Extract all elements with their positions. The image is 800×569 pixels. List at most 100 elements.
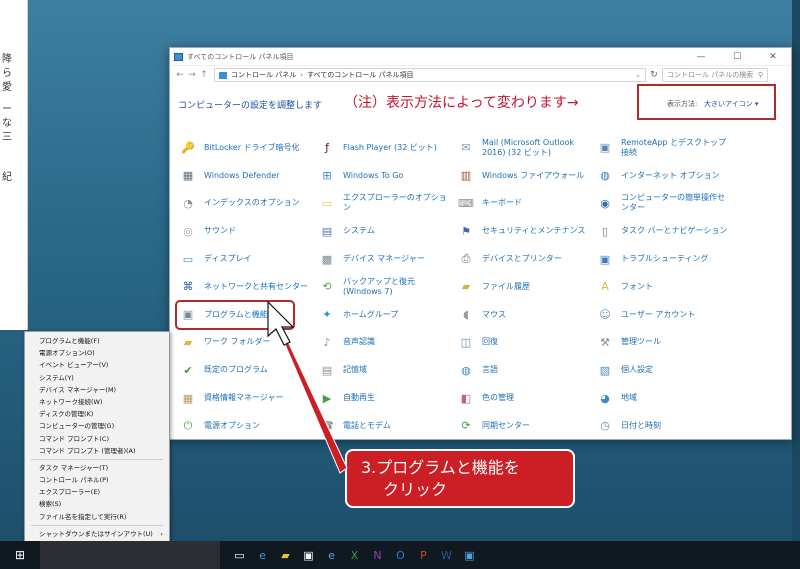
title-bar[interactable]: すべてのコントロール パネル項目 — ☐ ✕ xyxy=(170,48,791,66)
taskbar: ⊞ ▭ e ▰ ▣ e X N O P W ▣ xyxy=(0,541,800,569)
breadcrumb-current[interactable]: すべてのコントロール パネル項目 xyxy=(307,70,413,80)
control-panel-item[interactable]: ◖ マウス xyxy=(454,301,593,329)
control-panel-item[interactable]: ▰ ワーク フォルダー xyxy=(176,329,315,357)
control-panel-item[interactable]: ⊞ Windows To Go xyxy=(315,162,454,190)
control-panel-item[interactable]: ▦ 資格情報マネージャー xyxy=(176,384,315,412)
view-by-dropdown[interactable]: 大きいアイコン ▾ xyxy=(704,99,758,109)
control-panel-item[interactable]: ◕ 地域 xyxy=(593,384,732,412)
background-window-edge xyxy=(792,0,800,541)
control-panel-item[interactable]: ◷ 日付と時刻 xyxy=(593,412,732,440)
annotation-note: （注）表示方法によって変わります→ xyxy=(344,95,579,111)
store-icon[interactable]: ▣ xyxy=(297,541,320,569)
winx-menu-item[interactable]: イベント ビューアー(V) xyxy=(25,359,169,371)
control-panel-item[interactable]: ◍ インターネット オプション xyxy=(593,162,732,190)
control-panel-item[interactable]: ◫ 回復 xyxy=(454,329,593,357)
control-panel-item[interactable]: ⎙ デバイスとプリンター xyxy=(454,245,593,273)
control-panel-item[interactable]: ⏻ 電源オプション xyxy=(176,412,315,440)
winx-menu-item[interactable]: コマンド プロンプト(C) xyxy=(25,433,169,445)
control-panel-item[interactable]: ✉ Mail (Microsoft Outlook 2016) (32 ビット) xyxy=(454,134,593,162)
control-panel-item[interactable]: ✔ 既定のプログラム xyxy=(176,356,315,384)
search-input[interactable]: コントロール パネルの検索 ⚲ xyxy=(662,68,768,82)
defender-icon: ▦ xyxy=(182,169,194,183)
winx-menu-item[interactable]: ディスクの管理(K) xyxy=(25,408,169,420)
minimize-button[interactable]: — xyxy=(683,52,719,62)
control-panel-item[interactable]: ▣ プログラムと機能 xyxy=(175,299,295,330)
control-panel-item[interactable]: ⚑ セキュリティとメンテナンス xyxy=(454,217,593,245)
word-icon[interactable]: W xyxy=(435,541,458,569)
outlook-icon[interactable]: O xyxy=(389,541,412,569)
control-panel-item[interactable]: ▥ Windows ファイアウォール xyxy=(454,162,593,190)
winx-menu-item[interactable]: コントロール パネル(P) xyxy=(25,474,169,486)
control-panel-item[interactable]: ♪ 音声認識 xyxy=(315,329,454,357)
control-panel-item[interactable]: ⚒ 管理ツール xyxy=(593,329,732,357)
control-panel-item-label: トラブルシューティング xyxy=(621,254,709,264)
winx-menu-item[interactable]: ネットワーク接続(W) xyxy=(25,396,169,408)
control-panel-icon[interactable]: ▣ xyxy=(458,541,481,569)
up-arrow-icon[interactable]: ↑ xyxy=(198,70,210,80)
powerpoint-icon[interactable]: P xyxy=(412,541,435,569)
control-panel-item[interactable]: ▤ システム xyxy=(315,217,454,245)
control-panel-item[interactable]: ▣ トラブルシューティング xyxy=(593,245,732,273)
winx-menu-item[interactable]: 検索(S) xyxy=(25,498,169,510)
task-view-icon[interactable]: ▭ xyxy=(228,541,251,569)
control-panel-item[interactable]: ◍ 言語 xyxy=(454,356,593,384)
winx-menu-item[interactable]: ファイル名を指定して実行(R) xyxy=(25,511,169,523)
control-panel-item-label: プログラムと機能 xyxy=(204,309,268,319)
search-icon[interactable]: ⚲ xyxy=(758,71,763,79)
page-title: コンピューターの設定を調整します xyxy=(178,101,323,111)
control-panel-item[interactable]: ⟳ 同期センター xyxy=(454,412,593,440)
close-button[interactable]: ✕ xyxy=(755,52,791,62)
winx-menu-item[interactable]: コンピューターの管理(G) xyxy=(25,420,169,432)
forward-arrow-icon[interactable]: → xyxy=(186,70,198,80)
control-panel-item-label: マウス xyxy=(482,309,506,319)
excel-icon[interactable]: X xyxy=(343,541,366,569)
control-panel-item[interactable]: ✦ ホームグループ xyxy=(315,301,454,329)
recovery-icon: ◫ xyxy=(460,335,472,349)
control-panel-item[interactable]: ◉ コンピューターの簡単操作センター xyxy=(593,190,732,218)
windows-to-go-icon: ⊞ xyxy=(322,169,332,183)
breadcrumb-root[interactable]: コントロール パネル xyxy=(231,70,296,80)
network-icon: ⌘ xyxy=(182,280,194,294)
control-panel-item[interactable]: ▶ 自動再生 xyxy=(315,384,454,412)
control-panel-item[interactable]: ◔ インデックスのオプション xyxy=(176,190,315,218)
control-panel-item[interactable]: ☺ ユーザー アカウント xyxy=(593,301,732,329)
control-panel-item[interactable]: ▩ デバイス マネージャー xyxy=(315,245,454,273)
control-panel-item[interactable]: ⌘ ネットワークと共有センター xyxy=(176,273,315,301)
control-panel-item[interactable]: ▰ ファイル履歴 xyxy=(454,273,593,301)
winx-menu-item[interactable]: コマンド プロンプト (管理者)(A) xyxy=(25,445,169,457)
control-panel-item[interactable]: ⌨ キーボード xyxy=(454,190,593,218)
winx-menu-item[interactable]: タスク マネージャー(T) xyxy=(25,462,169,474)
winx-menu-item[interactable]: エクスプローラー(E) xyxy=(25,486,169,498)
ease-of-access-icon: ◉ xyxy=(600,196,610,210)
winx-menu-item[interactable]: 電源オプション(O) xyxy=(25,347,169,359)
control-panel-item[interactable]: ◧ 色の管理 xyxy=(454,384,593,412)
edge-icon[interactable]: e xyxy=(251,541,274,569)
winx-menu-item[interactable]: デバイス マネージャー(M) xyxy=(25,384,169,396)
control-panel-item[interactable]: ▦ Windows Defender xyxy=(176,162,315,190)
chevron-down-icon[interactable]: ⌄ xyxy=(635,71,641,79)
control-panel-item[interactable]: ▣ RemoteApp とデスクトップ接続 xyxy=(593,134,732,162)
control-panel-item[interactable]: ▯ タスク バーとナビゲーション xyxy=(593,217,732,245)
control-panel-item[interactable]: ƒ Flash Player (32 ビット) xyxy=(315,134,454,162)
taskbar-search-box[interactable] xyxy=(40,541,220,569)
control-panel-item[interactable]: ◎ サウンド xyxy=(176,217,315,245)
refresh-icon[interactable]: ↻ xyxy=(646,70,662,80)
control-panel-item[interactable]: ⟲ バックアップと復元 (Windows 7) xyxy=(315,273,454,301)
control-panel-item[interactable]: ▭ ディスプレイ xyxy=(176,245,315,273)
internet-explorer-icon[interactable]: e xyxy=(320,541,343,569)
control-panel-item[interactable]: ▤ 記憶域 xyxy=(315,356,454,384)
control-panel-item[interactable]: ☎ 電話とモデム xyxy=(315,412,454,440)
control-panel-item[interactable]: A フォント xyxy=(593,273,732,301)
control-panel-item[interactable]: 🔑 BitLocker ドライブ暗号化 xyxy=(176,134,315,162)
windows-start-icon[interactable]: ⊞ xyxy=(0,541,40,569)
address-bar[interactable]: コントロール パネル › すべてのコントロール パネル項目 ⌄ xyxy=(214,68,646,82)
winx-menu-item[interactable]: シャットダウンまたはサインアウト(U) › xyxy=(25,528,169,540)
control-panel-item[interactable]: ▭ エクスプローラーのオプション xyxy=(315,190,454,218)
winx-menu-item[interactable]: プログラムと機能(F) xyxy=(25,335,169,347)
onenote-icon[interactable]: N xyxy=(366,541,389,569)
maximize-button[interactable]: ☐ xyxy=(719,52,755,62)
control-panel-item[interactable]: ▧ 個人設定 xyxy=(593,356,732,384)
back-arrow-icon[interactable]: ← xyxy=(174,70,186,80)
file-explorer-icon[interactable]: ▰ xyxy=(274,541,297,569)
winx-menu-item[interactable]: システム(Y) xyxy=(25,372,169,384)
